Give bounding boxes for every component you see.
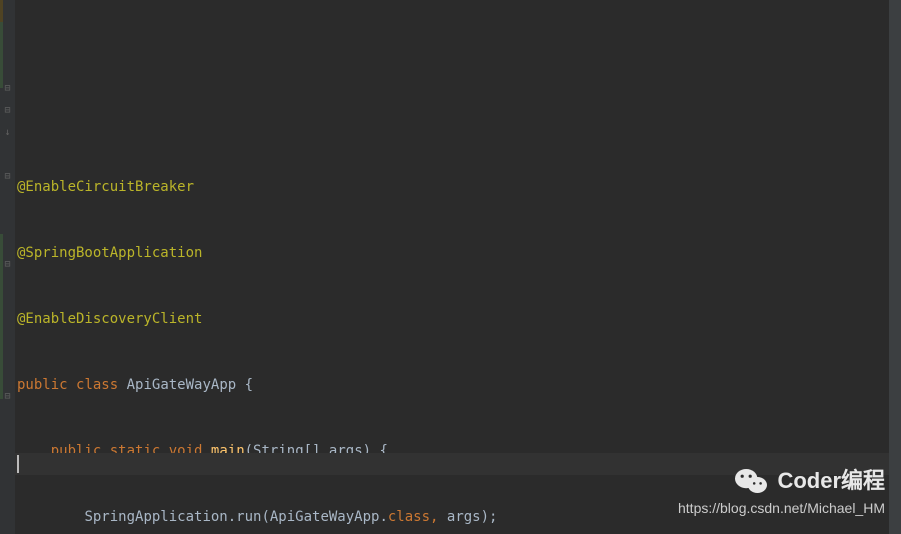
code-line[interactable]: @EnableCircuitBreaker	[15, 176, 901, 198]
watermark-url: https://blog.csdn.net/Michael_HM	[678, 497, 885, 519]
code-line[interactable]: @EnableDiscoveryClient	[15, 308, 901, 330]
fold-icon[interactable]: ⊟	[2, 171, 13, 182]
code-line[interactable]: public class ApiGateWayApp {	[15, 374, 901, 396]
wechat-icon	[735, 467, 767, 495]
scrollbar-vertical[interactable]	[889, 0, 901, 534]
text-cursor	[17, 455, 19, 473]
code-line[interactable]	[15, 110, 901, 132]
editor-gutter[interactable]: ⊟ ⊟ ↓ ⊟ ⊟ ⊟	[0, 0, 15, 534]
watermark: Coder编程 https://blog.csdn.net/Michael_HM	[678, 467, 885, 519]
fold-icon[interactable]: ⊟	[2, 259, 13, 270]
impl-icon[interactable]: ↓	[2, 127, 13, 138]
code-editor[interactable]: @EnableCircuitBreaker @SpringBootApplica…	[15, 0, 901, 534]
code-line[interactable]: @SpringBootApplication	[15, 242, 901, 264]
fold-icon[interactable]: ⊟	[2, 391, 13, 402]
fold-icon[interactable]: ⊟	[2, 83, 13, 94]
watermark-title: Coder编程	[777, 470, 885, 492]
fold-icon[interactable]: ⊟	[2, 105, 13, 116]
